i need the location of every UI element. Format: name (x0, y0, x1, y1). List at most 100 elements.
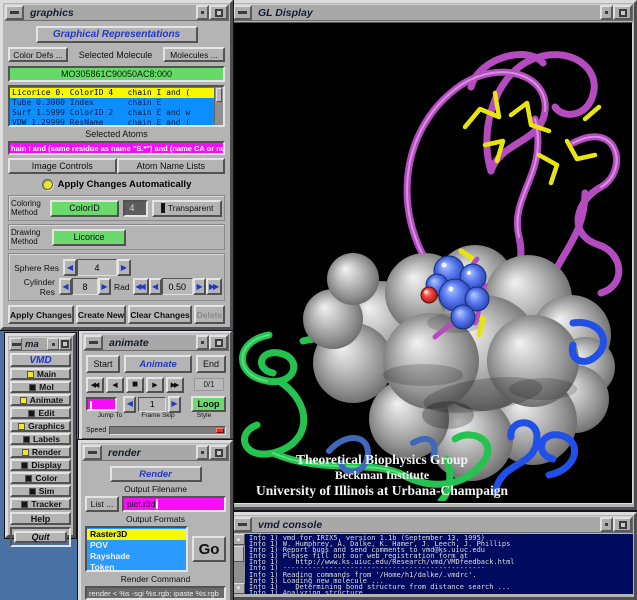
frame-skip-decrease-button[interactable]: ◀ (123, 396, 136, 413)
maximize-button[interactable] (613, 5, 632, 20)
window-menu-button[interactable] (10, 338, 22, 350)
rad-decrease-button[interactable]: ◀ (149, 278, 162, 295)
rep-list-item[interactable]: Tube 0.3000 Index chain E (10, 98, 214, 108)
clear-changes-button[interactable]: Clear Changes (128, 305, 192, 324)
window-menu-button[interactable] (83, 445, 102, 460)
menu-item-animate[interactable]: Animate (10, 394, 71, 406)
end-button[interactable]: End (196, 355, 226, 373)
format-item[interactable]: Token (87, 562, 186, 572)
console-scrollbar[interactable]: ▲ ▼ (232, 534, 245, 594)
image-controls-tab[interactable]: Image Controls (8, 158, 117, 174)
scroll-down-button[interactable]: ▼ (232, 583, 245, 594)
rep-list-item[interactable]: Licorice 0. ColorID 4 chain I and ( (10, 88, 214, 98)
window-menu-button[interactable] (233, 5, 252, 20)
menu-item-tracker[interactable]: Tracker (10, 498, 71, 510)
rad-increase-button[interactable]: ▶ (193, 278, 206, 295)
render-command-field[interactable]: render < %s -sgi %s.rgb; ipaste %s.rgb (85, 586, 226, 600)
minimize-button[interactable] (600, 5, 613, 20)
coloring-method-button[interactable]: ColorID (50, 200, 120, 217)
sphere-res-increase-button[interactable]: ▶ (117, 259, 131, 276)
speed-slider[interactable] (109, 426, 226, 435)
selected-molecule-field[interactable]: MO305861C90050AC8:000 (8, 66, 225, 82)
menu-item-color[interactable]: Color (10, 472, 71, 484)
output-filename-field[interactable]: plot.r3d (122, 496, 226, 512)
scrollbar-thumb[interactable] (233, 546, 244, 562)
sphere-res-decrease-button[interactable]: ◀ (63, 259, 77, 276)
rep-list-item[interactable]: Surf 1.5999 ColorID 2 chain E and w (10, 108, 214, 118)
cylinder-res-decrease-button[interactable]: ◀ (59, 278, 72, 295)
drawing-method-button[interactable]: Licorice (52, 229, 126, 246)
graphics-titlebar[interactable]: graphics (4, 4, 229, 21)
help-button[interactable]: Help (10, 512, 71, 525)
scrollbar-track[interactable] (232, 545, 245, 583)
maximize-button[interactable] (209, 5, 228, 20)
rewind-button[interactable]: ◀◀ (86, 377, 104, 393)
representations-list[interactable]: Licorice 0. ColorID 4 chain I and ( Tube… (8, 85, 225, 127)
render-header-button[interactable]: Render (110, 466, 202, 482)
minimize-button[interactable] (196, 445, 209, 460)
scrollbar-thumb[interactable] (216, 88, 222, 102)
render-titlebar[interactable]: render (82, 444, 229, 461)
start-button[interactable]: Start (86, 355, 120, 373)
go-button[interactable]: Go (192, 536, 226, 562)
speed-slider-thumb[interactable] (216, 428, 224, 433)
menu-item-main[interactable]: Main (10, 368, 71, 380)
colorid-value-field[interactable]: 4 (123, 200, 148, 217)
step-back-button[interactable]: ◀ (106, 377, 124, 393)
list-button[interactable]: List ... (85, 496, 119, 512)
console-titlebar[interactable]: vmd console (232, 516, 633, 533)
menu-item-display[interactable]: Display (10, 459, 71, 471)
gl-viewport[interactable]: Theoretical Biophysics Group Beckman Ins… (232, 22, 633, 504)
maximize-button[interactable] (59, 338, 71, 350)
vmd-header-button[interactable]: VMD (10, 353, 71, 367)
cylinder-res-increase-button[interactable]: ▶ (98, 278, 111, 295)
menu-item-render[interactable]: Render (10, 446, 71, 458)
minimize-button[interactable] (196, 335, 209, 350)
main-titlebar[interactable]: ma (9, 337, 72, 351)
transparent-button[interactable]: Transparent (152, 200, 222, 217)
window-menu-button[interactable] (84, 335, 103, 350)
apply-auto-radio[interactable] (42, 179, 53, 190)
quit-button[interactable]: Quit (14, 531, 67, 543)
rep-list-scrollbar[interactable] (214, 87, 223, 125)
create-new-button[interactable]: Create New (76, 305, 126, 324)
fast-forward-button[interactable]: ▶▶ (166, 377, 184, 393)
apply-changes-button[interactable]: Apply Changes (8, 305, 74, 324)
atom-name-lists-tab[interactable]: Atom Name Lists (117, 158, 226, 174)
rep-list-item[interactable]: VDW 1.29999 ResName chain E and ( (10, 118, 214, 125)
minimize-button[interactable] (196, 5, 209, 20)
delete-button[interactable]: Delete (194, 305, 225, 324)
scroll-up-button[interactable]: ▲ (232, 534, 245, 545)
format-item[interactable]: Raster3D (87, 529, 186, 540)
window-menu-button[interactable] (233, 517, 252, 532)
jump-to-field[interactable] (86, 397, 117, 411)
gl-titlebar[interactable]: GL Display (232, 4, 633, 21)
loop-style-button[interactable]: Loop (191, 396, 226, 412)
console-log[interactable]: Info 1) vmd for IRIX5, version 1.1b (Sep… (245, 534, 633, 594)
graphical-representations-button[interactable]: Graphical Representations (36, 26, 198, 43)
rad-fast-decrease-button[interactable]: ◀◀ (133, 278, 149, 295)
minimize-button[interactable] (47, 338, 59, 350)
animate-header-button[interactable]: Animate (124, 355, 192, 373)
format-item[interactable]: Rayshade (87, 551, 186, 562)
menu-item-labels[interactable]: Labels (10, 433, 71, 445)
selected-atoms-field[interactable]: hain I and (same residue as name "S.*") … (8, 141, 225, 155)
menu-item-mol[interactable]: Mol (10, 381, 71, 393)
stop-button[interactable]: ■ (126, 377, 144, 393)
menu-item-graphics[interactable]: Graphics (10, 420, 71, 432)
output-formats-list[interactable]: Raster3D POV Rayshade Token (85, 526, 188, 572)
frame-skip-increase-button[interactable]: ▶ (168, 396, 181, 413)
menu-item-sim[interactable]: Sim (10, 485, 71, 497)
minimize-button[interactable] (600, 517, 613, 532)
color-defs-button[interactable]: Color Defs ... (8, 47, 68, 62)
molecules-button[interactable]: Molecules ... (163, 47, 225, 62)
rad-fast-increase-button[interactable]: ▶▶ (206, 278, 222, 295)
menu-item-edit[interactable]: Edit (10, 407, 71, 419)
step-forward-button[interactable]: ▶ (146, 377, 164, 393)
maximize-button[interactable] (209, 445, 228, 460)
animate-titlebar[interactable]: animate (83, 334, 229, 351)
maximize-button[interactable] (613, 517, 632, 532)
window-menu-button[interactable] (5, 5, 24, 20)
maximize-button[interactable] (209, 335, 228, 350)
format-item[interactable]: POV (87, 540, 186, 551)
